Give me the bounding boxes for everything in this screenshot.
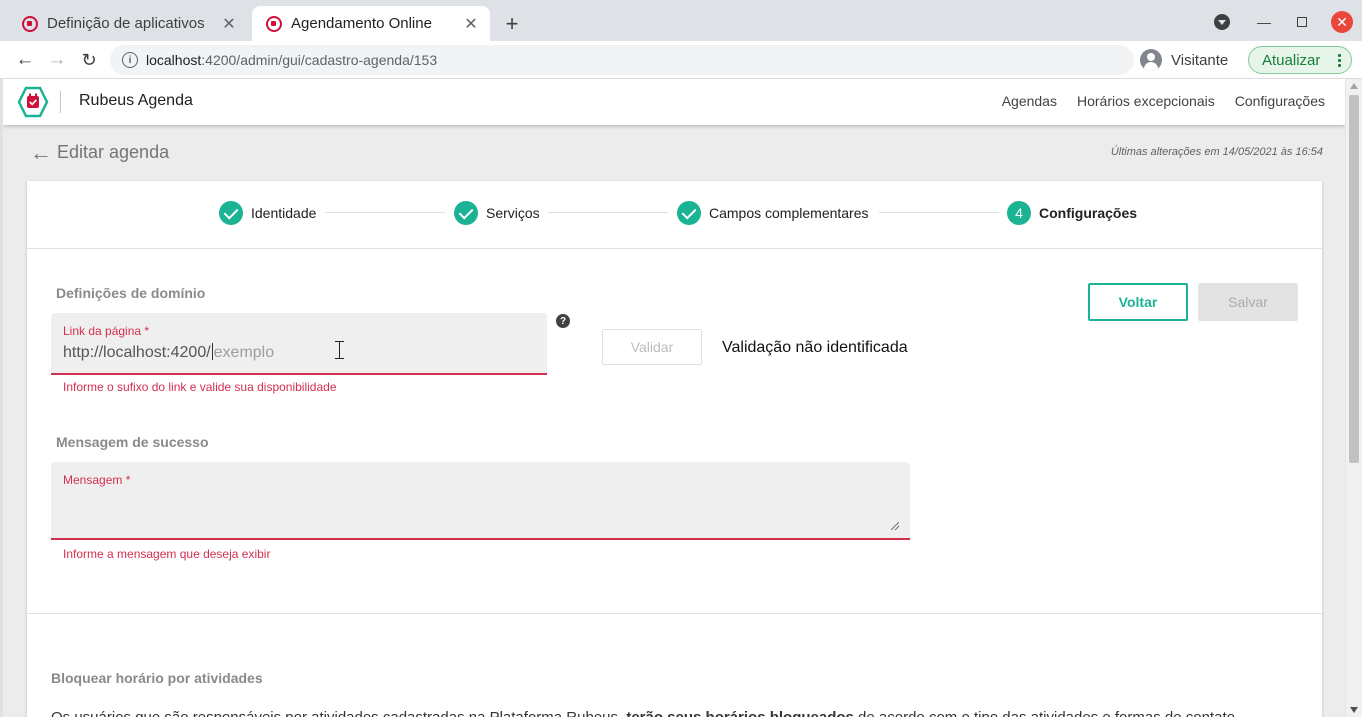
link-prefix: http://localhost:4200/ (63, 344, 211, 361)
resize-handle-icon[interactable] (891, 522, 899, 530)
block-description: Os usuários que são responsáveis por ati… (51, 709, 1301, 717)
page-title: Editar agenda (57, 142, 170, 162)
browser-tab-definicao[interactable]: Definição de aplicativos ✕ (8, 6, 248, 41)
brand-divider (60, 91, 61, 113)
step-connector (548, 212, 668, 213)
last-change-info: Últimas alterações em 14/05/2021 às 16:5… (1110, 146, 1323, 158)
close-tab-icon[interactable]: ✕ (220, 15, 238, 33)
page-header: ← Editar agenda Últimas alterações em 14… (3, 125, 1345, 181)
top-navigation: Agendas Horários excepcionais Configuraç… (1002, 93, 1325, 109)
app-header: Rubeus Agenda Agendas Horários excepcion… (3, 79, 1345, 125)
url-host: localhost (146, 52, 202, 68)
update-button[interactable]: Atualizar (1248, 46, 1352, 74)
app-favicon-icon (22, 15, 38, 32)
tab-title: Agendamento Online (291, 15, 432, 32)
page-viewport: Rubeus Agenda Agendas Horários excepcion… (3, 79, 1345, 717)
scroll-up-icon[interactable] (1350, 83, 1358, 89)
close-window-button[interactable]: ✕ (1330, 10, 1354, 34)
maximize-button[interactable] (1292, 10, 1312, 34)
page-scrollbar[interactable] (1345, 79, 1362, 717)
validate-button[interactable]: Validar (602, 329, 702, 365)
back-button[interactable]: Voltar (1088, 283, 1188, 321)
nav-configuracoes[interactable]: Configurações (1235, 93, 1325, 109)
success-section-title: Mensagem de sucesso (56, 434, 209, 450)
validation-status: Validação não identificada (722, 339, 908, 356)
profile-button[interactable]: Visitante (1140, 46, 1228, 74)
domain-section-title: Definições de domínio (56, 285, 206, 301)
browser-toolbar: ← → ↻ i localhost:4200/admin/gui/cadastr… (0, 41, 1362, 79)
settings-card: Identidade Serviços Campos complementare… (27, 181, 1322, 717)
check-icon (219, 201, 243, 225)
site-info-icon[interactable]: i (122, 52, 138, 68)
new-tab-button[interactable]: + (498, 11, 526, 36)
step-connector (879, 212, 999, 213)
app-favicon-icon (266, 15, 282, 32)
step-campos-complementares[interactable]: Campos complementares (677, 201, 869, 225)
minimize-button[interactable]: — (1254, 10, 1274, 34)
help-icon[interactable]: ? (556, 314, 570, 328)
close-tab-icon[interactable]: ✕ (462, 15, 480, 33)
step-configuracoes[interactable]: 4 Configurações (1007, 201, 1137, 225)
rubeus-logo-icon[interactable] (17, 86, 49, 118)
check-icon (454, 201, 478, 225)
link-hint: Informe o sufixo do link e valide sua di… (63, 380, 337, 394)
link-field-label: Link da página * (63, 324, 150, 338)
link-placeholder: exemplo (213, 344, 275, 361)
reload-button[interactable]: ↻ (76, 47, 102, 73)
back-button[interactable]: ← (12, 47, 38, 73)
scroll-down-icon[interactable] (1350, 707, 1358, 713)
brand-name: Rubeus Agenda (79, 92, 193, 109)
address-bar[interactable]: i localhost:4200/admin/gui/cadastro-agen… (110, 45, 1134, 75)
browser-tab-agendamento[interactable]: Agendamento Online ✕ (252, 6, 490, 41)
check-icon (677, 201, 701, 225)
link-field[interactable]: Link da página * http://localhost:4200/e… (51, 313, 547, 375)
step-number: 4 (1007, 201, 1031, 225)
url-path: :4200/admin/gui/cadastro-agenda/153 (201, 52, 438, 68)
close-icon: ✕ (1331, 11, 1353, 33)
scrollbar-thumb[interactable] (1349, 95, 1359, 463)
avatar-icon (1140, 49, 1162, 71)
step-connector (325, 212, 445, 213)
tab-title: Definição de aplicativos (47, 15, 205, 32)
step-label: Configurações (1039, 205, 1138, 221)
message-hint: Informe a mensagem que deseja exibir (63, 547, 271, 561)
step-label: Identidade (251, 205, 317, 221)
nav-agendas[interactable]: Agendas (1002, 93, 1057, 109)
tab-search-button[interactable] (1212, 10, 1232, 34)
text-caret (211, 343, 213, 360)
section-divider (27, 613, 1322, 614)
chevron-down-icon (1214, 14, 1230, 30)
save-button[interactable]: Salvar (1198, 283, 1298, 321)
stepper: Identidade Serviços Campos complementare… (27, 181, 1322, 249)
browser-tabstrip: Definição de aplicativos ✕ Agendamento O… (0, 0, 1362, 41)
text-cursor-icon (335, 341, 344, 359)
step-label: Serviços (486, 205, 540, 221)
block-section-title: Bloquear horário por atividades (51, 670, 263, 686)
step-identidade[interactable]: Identidade (219, 201, 316, 225)
step-label: Campos complementares (709, 205, 869, 221)
profile-label: Visitante (1171, 51, 1229, 69)
update-label: Atualizar (1262, 51, 1321, 69)
link-input[interactable]: http://localhost:4200/exemplo (63, 343, 274, 362)
back-arrow-icon[interactable]: ← (30, 140, 52, 166)
message-field[interactable]: Mensagem * (51, 462, 910, 540)
more-vert-icon (1338, 53, 1341, 68)
message-field-label: Mensagem * (63, 473, 131, 487)
nav-horarios-excepcionais[interactable]: Horários excepcionais (1077, 93, 1215, 109)
maximize-icon (1297, 17, 1307, 27)
step-servicos[interactable]: Serviços (454, 201, 540, 225)
forward-button[interactable]: → (44, 47, 70, 73)
